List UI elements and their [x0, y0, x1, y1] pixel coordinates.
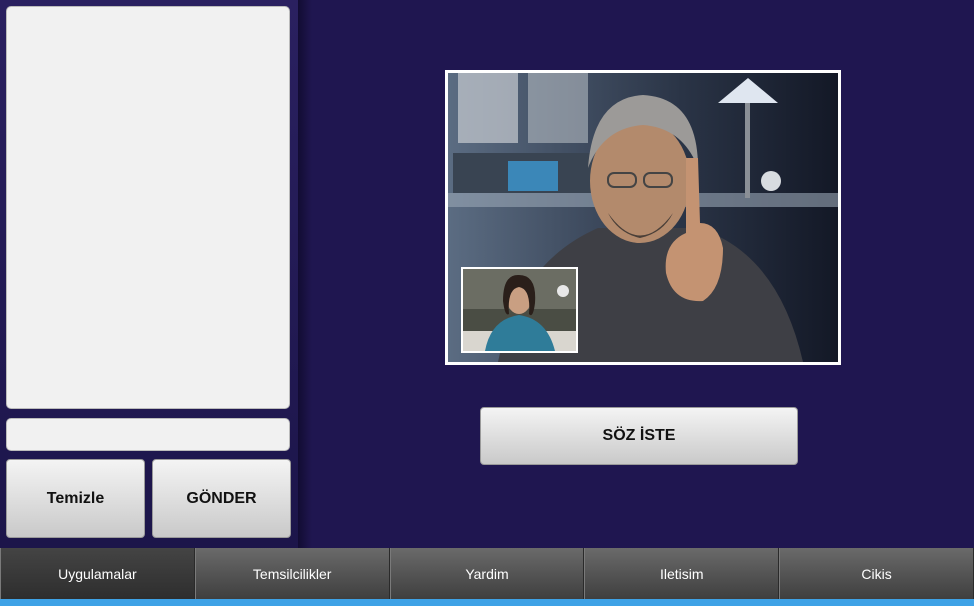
bottom-accent-strip: [0, 599, 974, 606]
sidebar-divider: [298, 0, 312, 548]
local-video-preview: [461, 267, 578, 353]
send-button[interactable]: GÖNDER: [152, 459, 291, 538]
chat-log: [6, 6, 290, 409]
nav-item-exit[interactable]: Cikis: [779, 548, 974, 599]
bottom-navbar: Uygulamalar Temsilcilikler Yardim Iletis…: [0, 548, 974, 599]
main-video-feed: [445, 70, 841, 365]
local-video-image: [463, 269, 576, 351]
nav-item-applications[interactable]: Uygulamalar: [0, 548, 195, 599]
clear-button[interactable]: Temizle: [6, 459, 145, 538]
chat-message-input[interactable]: [6, 418, 290, 451]
nav-item-representatives[interactable]: Temsilcilikler: [194, 548, 390, 599]
request-speak-button[interactable]: SÖZ İSTE: [480, 407, 798, 465]
nav-item-help[interactable]: Yardim: [389, 548, 585, 599]
nav-item-contact[interactable]: Iletisim: [584, 548, 780, 599]
chat-sidebar: Temizle GÖNDER: [0, 0, 298, 548]
